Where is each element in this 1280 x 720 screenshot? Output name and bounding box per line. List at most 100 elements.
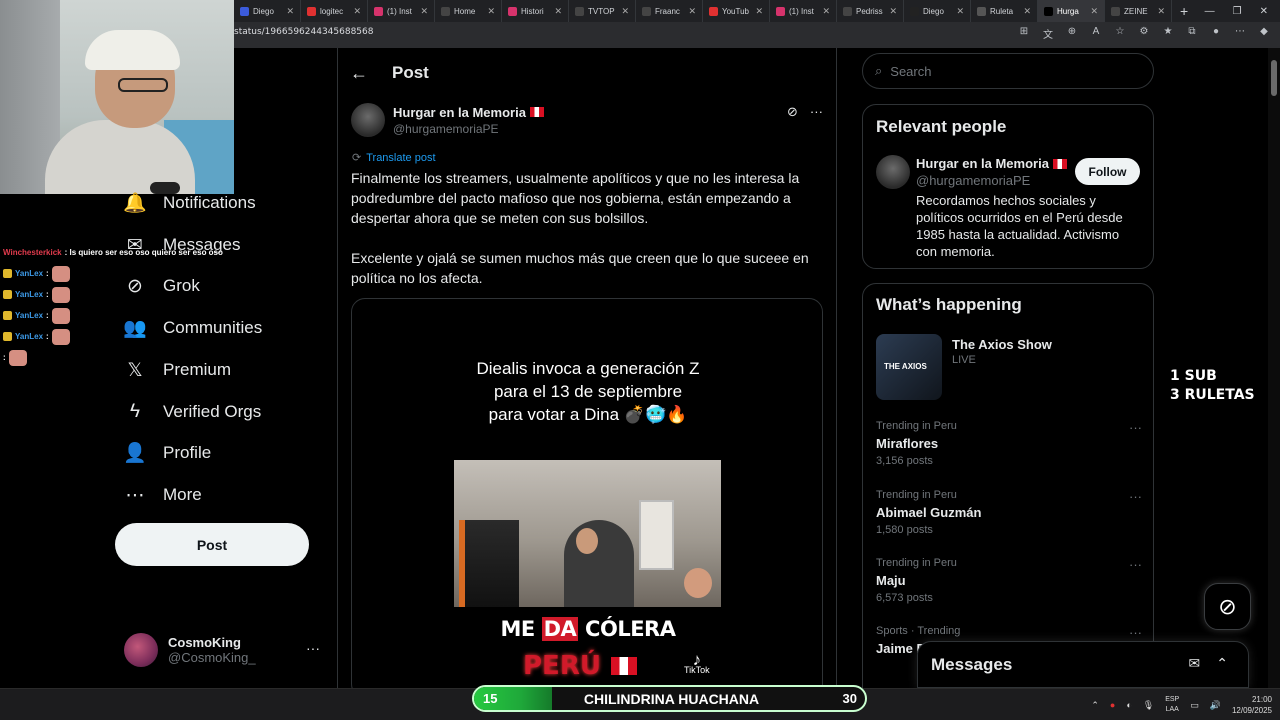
trend-item[interactable]: Trending in Peru Miraflores 3,156 posts ···: [876, 420, 1142, 467]
tab-label: (1) Inst: [387, 6, 412, 16]
tab-close-icon[interactable]: ✕: [822, 6, 830, 17]
browser-tab[interactable]: logitec ✕: [301, 0, 368, 22]
url-text[interactable]: status/1966596244345688568: [234, 27, 373, 37]
tab-close-icon[interactable]: ✕: [420, 6, 428, 17]
tab-close-icon[interactable]: ✕: [554, 6, 562, 17]
grok-fab-button[interactable]: ⊘: [1204, 583, 1251, 630]
browser-tab[interactable]: Histori ✕: [502, 0, 569, 22]
new-tab-button[interactable]: +: [1172, 3, 1196, 19]
browser-tab[interactable]: ZEINE ✕: [1105, 0, 1172, 22]
relevant-avatar[interactable]: [876, 155, 910, 189]
zoom-icon[interactable]: ⊕: [1066, 26, 1078, 41]
browser-tab[interactable]: Home ✕: [435, 0, 502, 22]
new-message-icon[interactable]: ✉: [1189, 655, 1201, 672]
split-icon[interactable]: ⊞: [1018, 26, 1030, 41]
browser-tab[interactable]: YouTub ✕: [703, 0, 770, 22]
profile-avatar-icon[interactable]: ●: [1210, 26, 1222, 41]
more-icon[interactable]: ···: [810, 104, 823, 120]
tab-close-icon[interactable]: ✕: [353, 6, 361, 17]
settings-more-icon[interactable]: ⋯: [1234, 26, 1246, 41]
network-icon[interactable]: ▭: [1190, 700, 1199, 711]
emote-icon: [8, 349, 27, 366]
browser-tab[interactable]: Pedriss ✕: [837, 0, 904, 22]
live-title[interactable]: The Axios Show: [952, 337, 1052, 352]
tab-close-icon[interactable]: ✕: [621, 6, 629, 17]
video-frame[interactable]: [454, 460, 721, 607]
account-switcher[interactable]: CosmoKing @CosmoKing_ ···: [124, 630, 324, 670]
read-aloud-icon[interactable]: A: [1090, 26, 1102, 41]
collections-icon[interactable]: ⧉: [1186, 26, 1198, 41]
translate-post-link[interactable]: ⟳ Translate post: [352, 151, 436, 165]
author-handle[interactable]: @hurgamemoriaPE: [393, 122, 544, 136]
tab-close-icon[interactable]: ✕: [1023, 6, 1031, 17]
browser-tab[interactable]: (1) Inst ✕: [368, 0, 435, 22]
tab-label: Diego: [253, 6, 274, 16]
nav-item-profile[interactable]: 👤 Profile: [123, 438, 211, 468]
trend-item[interactable]: Trending in Peru Abimael Guzmán 1,580 post…: [876, 489, 1142, 536]
nav-item-verified-orgs[interactable]: ϟ Verified Orgs: [124, 397, 261, 427]
chat-text: : Is quiero ser eso oso quiero ser eso o…: [64, 248, 223, 257]
restore-icon[interactable]: ❐: [1233, 6, 1242, 17]
post-button[interactable]: Post: [115, 523, 309, 566]
minimize-icon[interactable]: —: [1205, 6, 1215, 17]
grok-icon[interactable]: ⊘: [787, 104, 798, 120]
post-actions: ⊘ ···: [787, 104, 823, 120]
browser-tab[interactable]: (1) Inst ✕: [770, 0, 837, 22]
author-avatar[interactable]: [351, 103, 385, 137]
favorite-star-icon[interactable]: ☆: [1114, 26, 1126, 41]
browser-tab[interactable]: Hurga ✕: [1038, 0, 1105, 22]
tab-favicon-icon: [575, 6, 584, 16]
browser-tab[interactable]: Ruleta ✕: [971, 0, 1038, 22]
follow-button[interactable]: Follow: [1075, 158, 1140, 185]
clock[interactable]: 21:00 12/09/2025: [1232, 694, 1272, 716]
nav-item-more[interactable]: ⋯ More: [124, 480, 202, 510]
trend-context: Trending in Peru: [876, 557, 957, 569]
messages-drawer[interactable]: Messages ✉ ⌃: [917, 641, 1249, 688]
live-thumbnail[interactable]: THE AXIOS: [876, 334, 942, 400]
post-author[interactable]: Hurgar en la Memoria @hurgamemoriaPE: [351, 103, 544, 137]
tab-close-icon[interactable]: ✕: [1090, 6, 1098, 17]
post-media[interactable]: Diealis invoca a generación Z para el 13…: [351, 298, 823, 698]
extensions-icon[interactable]: ⚙: [1138, 26, 1150, 41]
microphone-icon[interactable]: 🎙: [1143, 700, 1154, 711]
browser-tab[interactable]: Fraanc ✕: [636, 0, 703, 22]
media-headline: ME DA CÓLERA: [352, 617, 822, 641]
trend-item[interactable]: Trending in Peru Maju 6,573 posts ···: [876, 557, 1142, 604]
search-input[interactable]: ⌕ Search: [862, 53, 1154, 89]
app-tray-icon[interactable]: ◐: [1126, 700, 1131, 710]
relevant-handle[interactable]: @hurgamemoriaPE: [916, 173, 1030, 188]
volume-icon[interactable]: 🔊: [1210, 700, 1221, 711]
close-window-icon[interactable]: ✕: [1260, 6, 1268, 17]
language-indicator[interactable]: ESP LAA: [1165, 695, 1179, 715]
more-icon[interactable]: ···: [1129, 489, 1142, 504]
browser-tab[interactable]: Diego ✕: [904, 0, 971, 22]
browser-tab[interactable]: Diego ✕: [234, 0, 301, 22]
tab-close-icon[interactable]: ✕: [755, 6, 763, 17]
relevant-name[interactable]: Hurgar en la Memoria: [916, 156, 1049, 171]
bell-icon: 🔔: [123, 193, 147, 214]
more-icon[interactable]: ···: [1129, 557, 1142, 572]
tab-close-icon[interactable]: ✕: [688, 6, 696, 17]
more-icon[interactable]: ···: [306, 640, 320, 656]
tab-favicon-icon: [776, 6, 785, 16]
more-icon[interactable]: ···: [1129, 420, 1142, 435]
tab-close-icon[interactable]: ✕: [286, 6, 294, 17]
tab-close-icon[interactable]: ✕: [889, 6, 897, 17]
back-arrow-icon[interactable]: ←: [350, 63, 368, 84]
translate-icon[interactable]: 文: [1042, 26, 1054, 41]
favorites-icon[interactable]: ★: [1162, 26, 1174, 41]
expand-icon[interactable]: ⌃: [1216, 655, 1228, 672]
tab-favicon-icon: [240, 6, 249, 16]
copilot-icon[interactable]: ◆: [1258, 26, 1270, 41]
tab-close-icon[interactable]: ✕: [487, 6, 495, 17]
scrollbar[interactable]: [1268, 48, 1280, 688]
tab-close-icon[interactable]: ✕: [956, 6, 964, 17]
nav-item-notifications[interactable]: 🔔 Notifications: [123, 188, 255, 218]
author-name[interactable]: Hurgar en la Memoria: [393, 105, 526, 120]
more-icon[interactable]: ···: [1129, 625, 1142, 640]
tab-close-icon[interactable]: ✕: [1157, 6, 1165, 17]
chevron-up-icon[interactable]: ⌃: [1091, 700, 1099, 711]
app-tray-icon[interactable]: ●: [1110, 700, 1115, 710]
trend-title: Abimael Guzmán: [876, 505, 982, 520]
browser-tab[interactable]: TVTOP ✕: [569, 0, 636, 22]
